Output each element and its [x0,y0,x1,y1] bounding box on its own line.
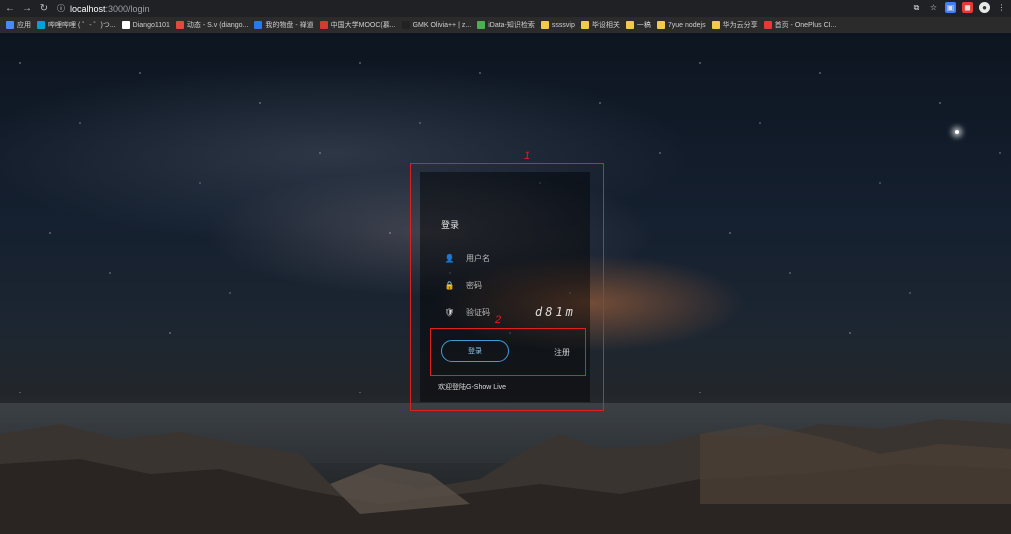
bookmark-item[interactable]: GMK Olivia++ | z... [401,21,472,29]
bookmark-icon [175,21,184,29]
lock-icon: 🔒 [444,281,455,290]
captcha-field[interactable]: 🛡 验证码 [444,307,490,318]
bookmark-item[interactable]: 我的物盘 - 禅道 [254,20,314,30]
annotation-label-2: 2 [495,314,502,326]
bookmark-label: 一稿 [636,22,651,29]
bookmark-label: Diango1101 [132,21,170,29]
extension-icon[interactable]: ▣ [945,2,956,13]
bookmark-label: 华为云分享 [722,22,758,29]
bookmark-item[interactable]: 华为云分享 [711,20,758,30]
bookmark-label: 应用 [17,22,31,29]
url-path: :3000/login [105,3,150,14]
bookmark-item[interactable]: Diango1101 [121,21,170,29]
username-field[interactable]: 👤 用户名 [445,253,490,264]
address-bar[interactable]: ⓘ localhost:3000/login [57,3,150,14]
bookmark-icon [477,21,486,29]
bookmark-icon [6,21,14,29]
bookmark-icon [625,21,634,29]
captcha-placeholder: 验证码 [466,308,490,317]
bookmark-item[interactable]: 一稿 [625,20,651,30]
bookmark-label: GMK Olivia++ | z... [412,21,472,29]
bookmark-icon [540,21,549,29]
bookmark-icon [711,21,720,29]
bookmark-label: 首页 - OnePlus CI... [774,22,837,29]
bookmark-item[interactable]: iData-知识检索 [477,20,535,30]
bookmark-label: ssssvip [551,21,575,29]
bright-star [955,130,959,134]
bookmark-label: 我的物盘 - 禅道 [265,22,314,29]
bookmark-item[interactable]: 中国大学MOOC(慕... [319,20,396,30]
welcome-text: 欢迎登陆G-Show Live [438,384,507,391]
bookmark-item[interactable]: 应用 [6,20,31,30]
shield-icon: 🛡 [444,308,455,317]
menu-icon[interactable]: ⋮ [996,2,1007,13]
forward-arrow-icon[interactable]: → [20,2,34,16]
bookmark-item[interactable]: 哔哩哔哩 ( ゜- ゜)つ... [37,20,116,30]
bookmark-item[interactable]: 首页 - OnePlus CI... [763,20,837,30]
bookmark-item[interactable]: 7yue nodejs [656,21,706,29]
bookmark-label: 7yue nodejs [667,21,706,29]
username-placeholder: 用户名 [466,254,490,263]
bookmark-label: 哔哩哔哩 ( ゜- ゜)つ... [48,22,116,29]
password-placeholder: 密码 [466,281,482,290]
bookmark-label: 毕设相关 [591,22,620,29]
profile-icon[interactable]: ● [979,2,990,13]
bookmarks-bar: 应用 哔哩哔哩 ( ゜- ゜)つ... Diango1101 动态 - S.v (di… [0,17,1011,33]
extension-icon[interactable]: ◼ [962,2,973,13]
bookmark-label: 动态 - S.v (diango... [186,22,249,29]
register-link[interactable]: 注册 [554,347,570,358]
bookmark-item[interactable]: 动态 - S.v (diango... [175,20,249,30]
bookmark-icon [401,21,410,29]
bookmark-icon [37,21,45,29]
back-arrow-icon[interactable]: ← [3,2,17,16]
url-host: localhost [70,3,106,14]
info-icon: ⓘ [57,4,65,13]
bookmark-icon [580,21,589,29]
bookmark-item[interactable]: ssssvip [540,21,575,29]
bookmark-label: iData-知识检索 [488,22,535,29]
annotation-label-1: 1 [524,150,531,162]
rocks [0,419,1011,534]
password-field[interactable]: 🔒 密码 [445,280,482,291]
login-button[interactable]: 登录 [441,340,509,362]
browser-toolbar: ← → ↻ ⓘ localhost:3000/login ⧉ ☆ ▣ ◼ ● ⋮ [0,0,1011,17]
bookmark-icon [254,21,263,29]
bookmark-icon [656,21,665,29]
reload-icon[interactable]: ↻ [37,2,51,16]
captcha-image[interactable]: d81m [535,305,576,319]
translate-icon[interactable]: ⧉ [911,2,922,13]
login-title: 登录 [441,220,460,230]
bookmark-item[interactable]: 毕设相关 [580,20,620,30]
bookmark-label: 中国大学MOOC(慕... [330,22,396,29]
bookmark-icon [121,21,130,29]
bookmark-icon [763,21,772,29]
bookmark-icon [319,21,328,29]
user-icon: 👤 [444,254,455,263]
star-icon[interactable]: ☆ [928,2,939,13]
